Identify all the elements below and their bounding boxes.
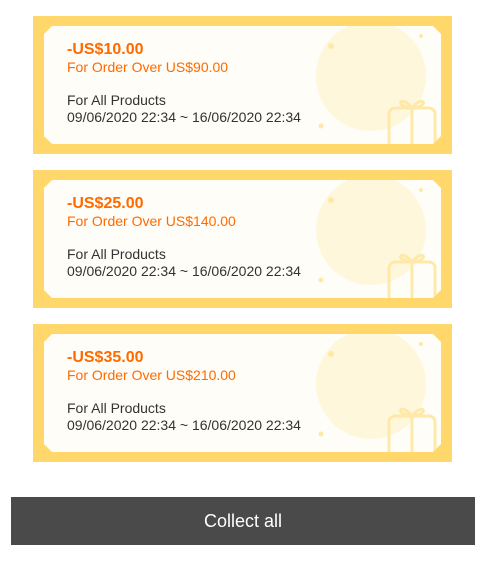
gift-box-icon: [301, 334, 441, 452]
coupon-threshold: For Order Over US$140.00: [67, 213, 236, 229]
coupon-body: -US$35.00 For Order Over US$210.00 For A…: [44, 334, 441, 452]
coupon-scope: For All Products: [67, 246, 166, 262]
collect-all-button[interactable]: Collect all: [11, 497, 475, 545]
coupon-card[interactable]: -US$35.00 For Order Over US$210.00 For A…: [33, 324, 452, 462]
coupon-body: -US$10.00 For Order Over US$90.00 For Al…: [44, 26, 441, 144]
coupon-threshold: For Order Over US$90.00: [67, 59, 229, 75]
gift-box-icon: [301, 26, 441, 144]
coupon-amount: -US$35.00: [67, 349, 144, 366]
coupon-amount: -US$10.00: [67, 41, 144, 58]
coupon-text: -US$10.00 For Order Over US$90.00 For Al…: [67, 40, 301, 126]
coupon-validity: 09/06/2020 22:34 ~ 16/06/2020 22:34: [67, 109, 301, 125]
coupon-text: -US$25.00 For Order Over US$140.00 For A…: [67, 194, 301, 280]
coupon-card[interactable]: -US$25.00 For Order Over US$140.00 For A…: [33, 170, 452, 308]
coupon-threshold: For Order Over US$210.00: [67, 367, 236, 383]
coupon-validity: 09/06/2020 22:34 ~ 16/06/2020 22:34: [67, 263, 301, 279]
coupon-scope: For All Products: [67, 92, 166, 108]
coupon-body: -US$25.00 For Order Over US$140.00 For A…: [44, 180, 441, 298]
gift-box-icon: [301, 180, 441, 298]
coupon-text: -US$35.00 For Order Over US$210.00 For A…: [67, 348, 301, 434]
coupon-card[interactable]: -US$10.00 For Order Over US$90.00 For Al…: [33, 16, 452, 154]
coupon-amount: -US$25.00: [67, 195, 144, 212]
coupon-validity: 09/06/2020 22:34 ~ 16/06/2020 22:34: [67, 417, 301, 433]
coupon-scope: For All Products: [67, 400, 166, 416]
